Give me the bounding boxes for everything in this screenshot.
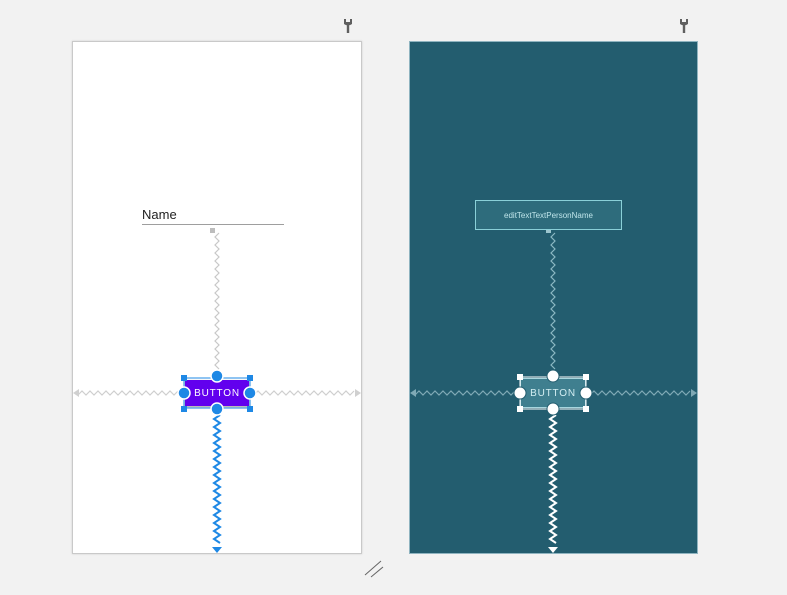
name-edittext-hint[interactable]: Name (142, 207, 177, 222)
anchor-bottom[interactable] (210, 402, 224, 416)
bp-anchor-top[interactable] (546, 369, 560, 383)
resize-handle-top-left[interactable] (181, 375, 187, 381)
bp-resize-handle-top-left[interactable] (517, 374, 523, 380)
anchor-top[interactable] (210, 369, 224, 383)
blueprint-edittext[interactable]: editTextTextPersonName (475, 200, 622, 230)
resize-handle-bottom-right[interactable] (247, 406, 253, 412)
design-panel-wrench-icon[interactable] (341, 18, 355, 34)
blueprint-panel-wrench-icon[interactable] (677, 18, 691, 34)
resize-handle-top-right[interactable] (247, 375, 253, 381)
bp-resize-handle-bottom-left[interactable] (517, 406, 523, 412)
name-edittext-underline (142, 224, 284, 225)
resize-handle-bottom-left[interactable] (181, 406, 187, 412)
anchor-right[interactable] (243, 386, 257, 400)
bp-anchor-bottom[interactable] (546, 402, 560, 416)
resize-corner-icon[interactable] (364, 560, 384, 578)
bp-resize-handle-top-right[interactable] (583, 374, 589, 380)
anchor-left[interactable] (177, 386, 191, 400)
design-button[interactable]: BUTTON (185, 380, 249, 406)
bp-resize-handle-bottom-right[interactable] (583, 406, 589, 412)
bp-anchor-right[interactable] (579, 386, 593, 400)
bp-anchor-left[interactable] (513, 386, 527, 400)
